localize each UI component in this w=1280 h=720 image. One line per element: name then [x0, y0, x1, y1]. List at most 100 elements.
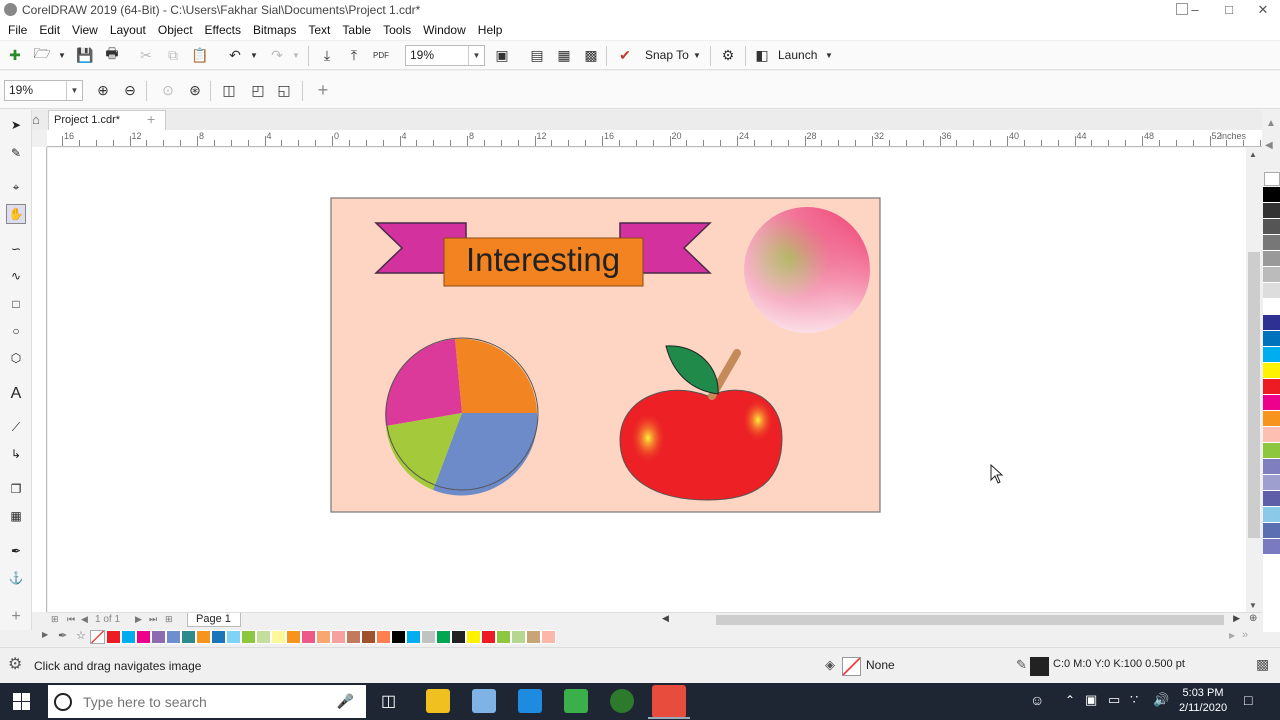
- menu-bitmaps[interactable]: Bitmaps: [247, 20, 302, 40]
- print-icon[interactable]: 🖶: [102, 45, 122, 65]
- palette-swatch[interactable]: [1263, 203, 1280, 219]
- undo-icon[interactable]: ↶: [225, 45, 245, 65]
- zoom-in-icon[interactable]: ⊕: [93, 80, 113, 100]
- crop-tool-icon[interactable]: ⌖: [6, 177, 26, 197]
- palette-swatch[interactable]: [1263, 507, 1280, 523]
- doc-palette-swatch[interactable]: [406, 630, 421, 644]
- doc-palette-swatch[interactable]: [136, 630, 151, 644]
- import-icon[interactable]: ⤓: [317, 45, 337, 65]
- tray-app-icon[interactable]: ▣: [1085, 692, 1097, 708]
- menu-help[interactable]: Help: [472, 20, 509, 40]
- doc-palette-swatch[interactable]: [181, 630, 196, 644]
- show-grid-icon[interactable]: ▦: [554, 45, 574, 65]
- paste-icon[interactable]: 📋: [190, 45, 210, 65]
- doc-palette-swatch[interactable]: [376, 630, 391, 644]
- first-page-icon[interactable]: ⏮: [67, 614, 75, 625]
- launch-icon[interactable]: ◧: [752, 45, 772, 65]
- shape-tool-icon[interactable]: ✎: [6, 143, 26, 163]
- doc-palette-swatch[interactable]: [436, 630, 451, 644]
- taskbar-search-box[interactable]: 🎤: [48, 685, 366, 718]
- doc-palette-swatch[interactable]: [196, 630, 211, 644]
- doc-palette-arrow-icon[interactable]: ▶: [42, 630, 48, 639]
- outline-pen-icon[interactable]: ✎: [1016, 657, 1027, 673]
- doc-palette-swatch[interactable]: [421, 630, 436, 644]
- doc-palette-swatch[interactable]: [256, 630, 271, 644]
- palette-swatch[interactable]: [1263, 459, 1280, 475]
- zoom-to-all-objects-icon[interactable]: ⊛: [185, 80, 205, 100]
- zoom-to-page-height-icon[interactable]: ◱: [274, 80, 294, 100]
- minimize-button[interactable]: –: [1178, 0, 1212, 20]
- doc-palette-swatch[interactable]: [316, 630, 331, 644]
- launch-label[interactable]: Launch: [778, 48, 817, 62]
- menu-edit[interactable]: Edit: [33, 20, 66, 40]
- palette-swatch[interactable]: [1263, 443, 1280, 459]
- previous-page-icon[interactable]: ◀: [81, 614, 88, 625]
- interactive-fill-icon[interactable]: ⚓: [6, 568, 26, 588]
- fill-bucket-icon[interactable]: ◈: [825, 657, 835, 673]
- palette-swatch[interactable]: [1263, 251, 1280, 267]
- drop-shadow-icon[interactable]: ❐: [6, 479, 26, 499]
- doc-palette-swatch[interactable]: [451, 630, 466, 644]
- palette-swatch[interactable]: [1263, 395, 1280, 411]
- show-rulers-icon[interactable]: ▤: [527, 45, 547, 65]
- home-icon[interactable]: ⌂: [32, 112, 46, 128]
- palette-scroll-up-icon[interactable]: ▲: [1266, 118, 1276, 129]
- menu-file[interactable]: File: [2, 20, 33, 40]
- palette-swatch[interactable]: [1263, 539, 1280, 555]
- pick-tool-icon[interactable]: ➤: [6, 115, 26, 135]
- doc-palette-swatch[interactable]: [391, 630, 406, 644]
- gear-icon[interactable]: ⚙: [8, 657, 22, 673]
- scroll-down-icon[interactable]: ▼: [1249, 601, 1257, 610]
- eyedropper-icon[interactable]: ✒: [6, 541, 26, 561]
- palette-swatch[interactable]: [1263, 267, 1280, 283]
- menu-text[interactable]: Text: [302, 20, 336, 40]
- coreldraw-icon[interactable]: [652, 685, 686, 718]
- palette-swatch[interactable]: [1263, 379, 1280, 395]
- doc-palette-swatch[interactable]: [151, 630, 166, 644]
- menu-object[interactable]: Object: [152, 20, 199, 40]
- doc-palette-swatch[interactable]: [361, 630, 376, 644]
- doc-palette-eyedropper-icon[interactable]: ✒: [58, 629, 67, 642]
- palette-swatch[interactable]: [1263, 411, 1280, 427]
- gear-icon[interactable]: ⚙: [718, 45, 738, 65]
- doc-palette-swatch[interactable]: [121, 630, 136, 644]
- menu-tools[interactable]: Tools: [377, 20, 417, 40]
- palette-swatch[interactable]: [1263, 219, 1280, 235]
- show-guidelines-icon[interactable]: ▩: [581, 45, 601, 65]
- scroll-up-icon[interactable]: ▲: [1249, 150, 1257, 159]
- color-palette[interactable]: [1263, 187, 1280, 632]
- doc-palette-swatch[interactable]: [301, 630, 316, 644]
- menu-layout[interactable]: Layout: [104, 20, 152, 40]
- palette-swatch[interactable]: [1263, 331, 1280, 347]
- connector-tool-icon[interactable]: ↳: [6, 444, 26, 464]
- gradient-ball[interactable]: [744, 207, 870, 333]
- camtasia-icon[interactable]: [564, 689, 588, 713]
- new-tab-icon[interactable]: +: [147, 111, 155, 127]
- open-dropdown-icon[interactable]: ▼: [52, 45, 72, 65]
- horizontal-scrollbar[interactable]: ◀ ▶: [662, 613, 1252, 627]
- redo-icon[interactable]: ↷: [267, 45, 287, 65]
- scroll-left-icon[interactable]: ◀: [662, 613, 669, 624]
- corel-tool-icon[interactable]: [610, 689, 634, 713]
- battery-icon[interactable]: ▭: [1108, 692, 1120, 708]
- people-icon[interactable]: ☺: [1030, 692, 1044, 708]
- palette-swatch[interactable]: [1263, 283, 1280, 299]
- vertical-scrollbar[interactable]: ▲ ▼: [1246, 148, 1262, 612]
- palette-menu-icon[interactable]: ◀: [1265, 140, 1273, 151]
- artistic-media-icon[interactable]: ∿: [6, 266, 26, 286]
- doc-palette-swatch[interactable]: [541, 630, 556, 644]
- palette-swatch[interactable]: [1263, 523, 1280, 539]
- doc-palette-swatch[interactable]: [106, 630, 121, 644]
- undo-dropdown-icon[interactable]: ▼: [244, 45, 264, 65]
- save-icon[interactable]: 💾: [75, 45, 95, 65]
- doc-no-color-swatch[interactable]: [90, 630, 105, 644]
- app-icon[interactable]: [472, 689, 496, 713]
- menu-table[interactable]: Table: [336, 20, 377, 40]
- scroll-right-icon[interactable]: ▶: [1233, 613, 1240, 624]
- palette-swatch[interactable]: [1263, 347, 1280, 363]
- palette-swatch[interactable]: [1263, 363, 1280, 379]
- pie-shape[interactable]: [385, 337, 539, 496]
- add-plus-icon[interactable]: +: [313, 80, 333, 100]
- doc-color-swatches[interactable]: [106, 630, 556, 644]
- volume-icon[interactable]: 🔊: [1153, 692, 1169, 708]
